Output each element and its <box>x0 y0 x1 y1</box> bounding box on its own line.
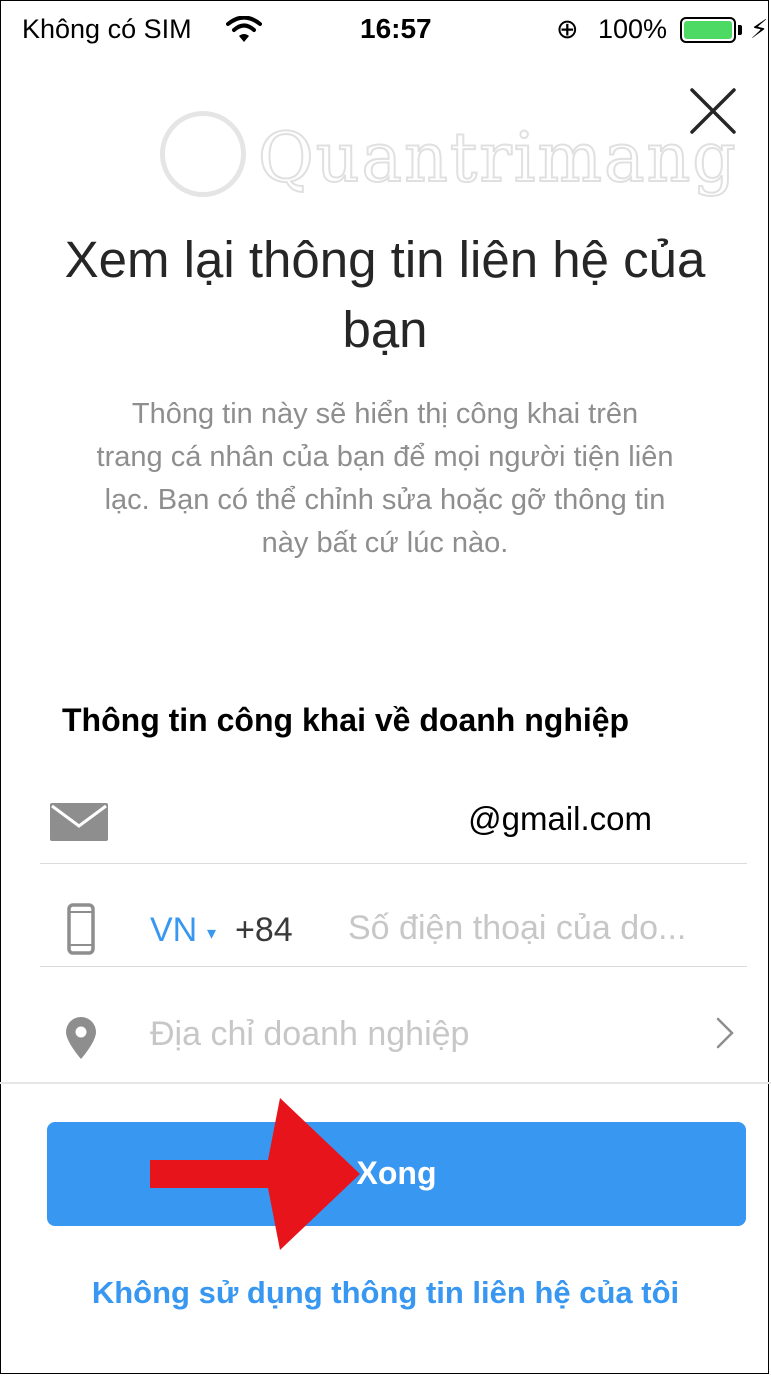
phone-icon <box>67 903 95 955</box>
wifi-icon <box>226 16 262 42</box>
done-button[interactable]: Xong <box>47 1122 746 1226</box>
section-title: Thông tin công khai về doanh nghiệp <box>62 702 630 738</box>
address-placeholder[interactable]: Địa chỉ doanh nghiệp <box>150 1015 469 1054</box>
location-pin-icon <box>66 1017 96 1059</box>
battery-icon <box>680 17 736 43</box>
phone-number-input[interactable] <box>348 903 753 953</box>
phone-row[interactable]: VN ▾ +84 <box>40 873 753 967</box>
watermark-logo: Quantrimang <box>160 105 737 205</box>
email-row[interactable]: @gmail.com <box>40 770 747 864</box>
done-button-label: Xong <box>356 1155 437 1191</box>
section-divider <box>0 1082 771 1084</box>
email-value[interactable]: @gmail.com <box>468 800 652 838</box>
divider <box>40 863 747 864</box>
skip-contact-info-link[interactable]: Không sử dụng thông tin liên hệ của tôi <box>0 1275 771 1311</box>
rotation-lock-icon: ⊕ <box>556 14 579 44</box>
clock: 16:57 <box>360 13 432 44</box>
divider <box>40 966 747 967</box>
battery-tip <box>738 25 742 35</box>
status-bar: Không có SIM 16:57 ⊕ 100% ⚡ <box>0 0 771 70</box>
mail-icon <box>50 803 108 841</box>
lightbulb-icon <box>160 111 246 197</box>
dial-code: +84 <box>235 911 293 949</box>
carrier-label: Không có SIM <box>22 14 192 44</box>
country-code-selector[interactable]: VN <box>150 911 197 950</box>
address-row[interactable]: Địa chỉ doanh nghiệp <box>40 983 747 1077</box>
page-description: Thông tin này sẽ hiển thị công khai trên… <box>96 398 674 559</box>
charging-icon: ⚡ <box>750 14 769 44</box>
page-title: Xem lại thông tin liên hệ của bạn <box>64 231 706 358</box>
dropdown-caret-icon[interactable]: ▾ <box>207 923 216 944</box>
chevron-right-icon[interactable] <box>715 1016 735 1050</box>
watermark-text: Quantrimang <box>257 118 738 199</box>
battery-percent: 100% <box>598 14 668 44</box>
